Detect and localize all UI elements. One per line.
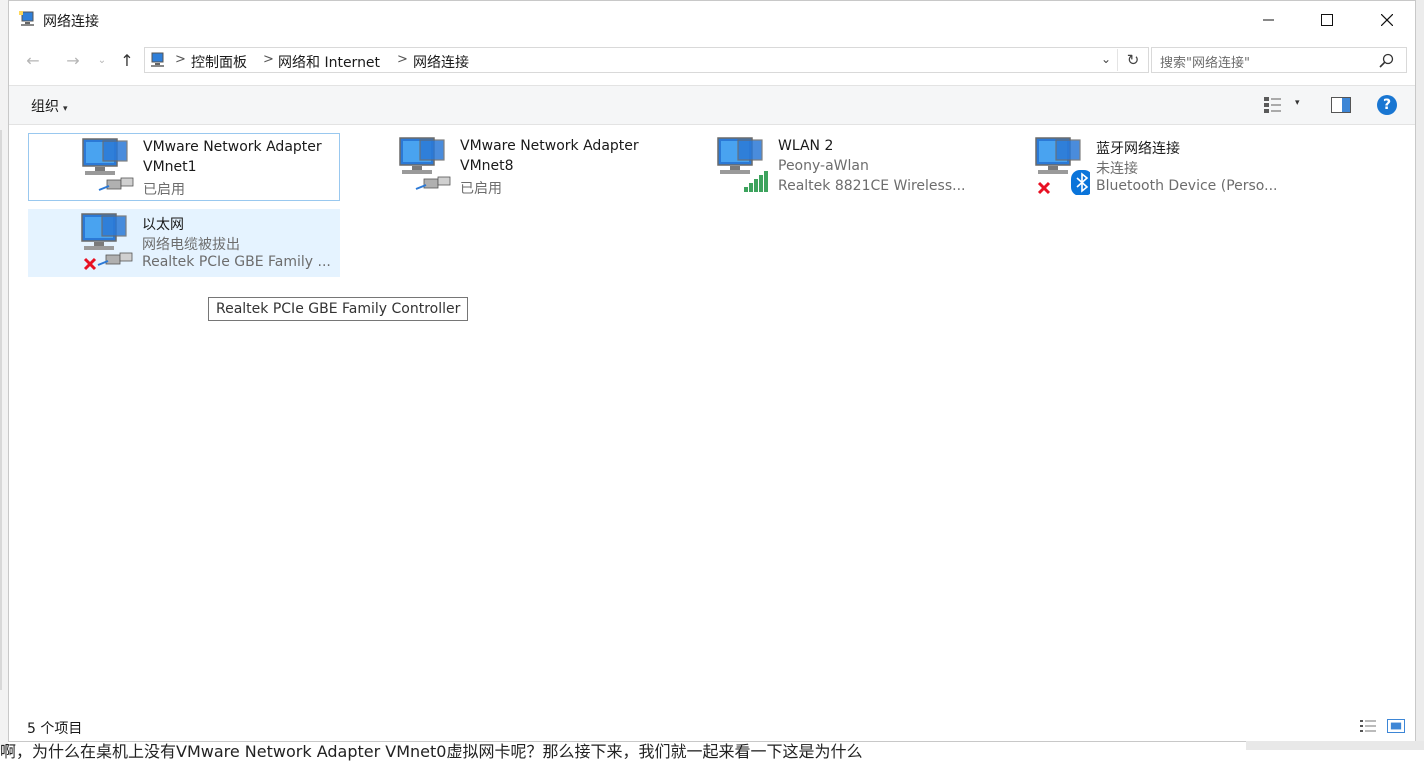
breadcrumb-separator[interactable]: > <box>175 52 186 67</box>
item-count: 5 个项目 <box>27 721 83 737</box>
cable-icon <box>98 177 134 191</box>
minimize-icon <box>1263 19 1274 21</box>
breadcrumb-network-internet[interactable]: 网络和 Internet <box>278 52 380 72</box>
breadcrumb-separator[interactable]: > <box>263 52 274 67</box>
background-right-strip <box>1416 0 1424 750</box>
connection-item-vmnet8[interactable]: VMware Network Adapter VMnet8 已启用 <box>346 133 658 201</box>
network-adapter-icon <box>82 138 134 191</box>
wireless-adapter-icon <box>717 137 768 192</box>
connection-device: Realtek 8821CE Wireless... <box>778 178 966 194</box>
close-button[interactable] <box>1357 1 1415 39</box>
network-connections-icon <box>19 11 34 26</box>
close-icon <box>1381 14 1393 26</box>
connection-network: Peony-aWlan <box>778 158 869 174</box>
search-input[interactable]: 搜索"网络连接" <box>1151 47 1407 73</box>
cable-icon <box>415 176 451 190</box>
network-adapter-icon <box>399 137 451 190</box>
command-bar: 组织 ▾ ▾ ? <box>9 85 1415 125</box>
connection-status: 未连接 <box>1096 161 1138 177</box>
cable-icon <box>97 252 133 266</box>
device-tooltip: Realtek PCIe GBE Family Controller <box>208 297 469 321</box>
signal-bars-icon <box>744 171 768 192</box>
connection-name: WLAN 2 <box>778 138 834 154</box>
status-bar: 5 个项目 <box>9 709 1415 741</box>
view-options-dropdown[interactable]: ▾ <box>1295 98 1300 108</box>
bluetooth-icon <box>1071 170 1090 195</box>
details-view-icon[interactable] <box>1359 719 1377 733</box>
background-divider <box>0 130 8 690</box>
connection-status: 已启用 <box>143 182 185 198</box>
connection-name: VMware Network Adapter <box>143 139 322 155</box>
connection-name-line2: VMnet1 <box>143 159 197 175</box>
view-options-icon[interactable] <box>1263 96 1283 114</box>
error-x-icon <box>1037 181 1051 195</box>
connection-item-wlan2[interactable]: WLAN 2 Peony-aWlan Realtek 8821CE Wirele… <box>664 133 976 201</box>
navigation-bar: ← → ⌄ ↑ > 控制面板 > 网络和 Internet > 网络连接 ⌄ ↻… <box>9 41 1415 79</box>
bluetooth-adapter-icon <box>1035 137 1090 195</box>
background-document-text: 啊，为什么在桌机上没有VMware Network Adapter VMnet0… <box>0 742 863 761</box>
connection-status: 已启用 <box>460 181 502 197</box>
search-placeholder: 搜索"网络连接" <box>1160 56 1250 71</box>
maximize-button[interactable] <box>1297 1 1355 39</box>
connection-name-line2: VMnet8 <box>460 158 514 174</box>
window-title: 网络连接 <box>43 14 99 30</box>
network-connections-icon <box>151 52 164 67</box>
large-icons-view-icon[interactable] <box>1387 719 1405 733</box>
recent-locations-button[interactable]: ⌄ <box>95 50 109 72</box>
address-bar[interactable]: > 控制面板 > 网络和 Internet > 网络连接 ⌄ ↻ <box>144 47 1149 73</box>
error-x-icon <box>83 257 97 271</box>
connection-item-ethernet[interactable]: 以太网 网络电缆被拔出 Realtek PCIe GBE Family ... <box>28 209 340 277</box>
ethernet-adapter-icon <box>81 213 133 271</box>
background-panel <box>1246 741 1424 750</box>
breadcrumb-network-connections[interactable]: 网络连接 <box>413 52 469 72</box>
breadcrumb-control-panel[interactable]: 控制面板 <box>191 52 247 72</box>
minimize-button[interactable] <box>1239 1 1297 39</box>
connection-status: 网络电缆被拔出 <box>142 237 240 253</box>
connection-item-vmnet1[interactable]: VMware Network Adapter VMnet1 已启用 <box>28 133 340 201</box>
address-dropdown-button[interactable]: ⌄ <box>1101 52 1111 66</box>
organize-menu[interactable]: 组织 ▾ <box>31 96 68 116</box>
explorer-window: 网络连接 ← → ⌄ ↑ > 控制面板 > 网络和 Internet > 网络连 <box>8 0 1416 742</box>
connection-name: 蓝牙网络连接 <box>1096 141 1180 157</box>
help-button[interactable]: ? <box>1377 95 1397 115</box>
background-left-strip <box>0 0 8 750</box>
chevron-down-icon: ▾ <box>63 104 68 114</box>
connection-device: Bluetooth Device (Perso... <box>1096 178 1278 194</box>
connection-device: Realtek PCIe GBE Family ... <box>142 254 331 270</box>
title-bar[interactable]: 网络连接 <box>9 1 1415 39</box>
search-icon[interactable] <box>1378 52 1396 70</box>
breadcrumb-separator[interactable]: > <box>397 52 408 67</box>
preview-pane-icon[interactable] <box>1331 97 1351 113</box>
back-button[interactable]: ← <box>21 50 45 72</box>
connection-name: VMware Network Adapter <box>460 138 639 154</box>
refresh-button[interactable]: ↻ <box>1117 49 1148 71</box>
forward-button[interactable]: → <box>61 50 85 72</box>
up-button[interactable]: ↑ <box>115 50 139 72</box>
connection-name: 以太网 <box>142 217 184 233</box>
organize-label: 组织 <box>31 99 59 115</box>
connections-list: VMware Network Adapter VMnet1 已启用 VMware… <box>9 125 1415 709</box>
maximize-icon <box>1321 14 1333 26</box>
connection-item-bluetooth[interactable]: 蓝牙网络连接 未连接 Bluetooth Device (Perso... <box>982 133 1294 201</box>
